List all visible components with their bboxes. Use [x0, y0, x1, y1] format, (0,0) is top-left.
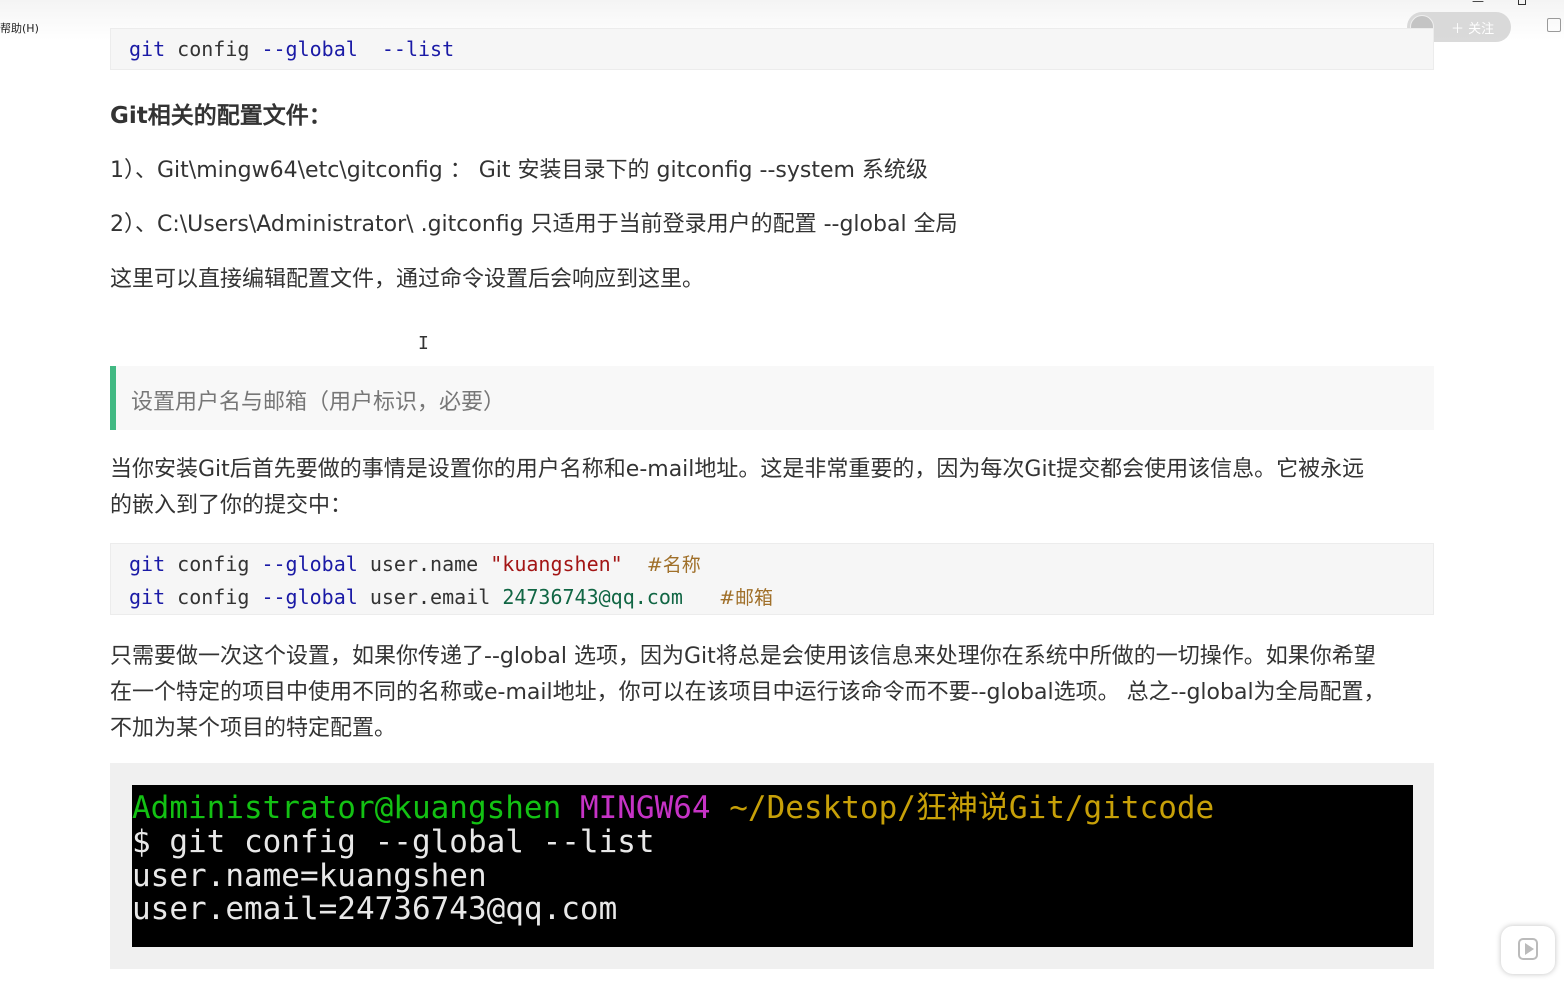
terminal-path: ~/Desktop/狂神说Git/gitcode — [729, 790, 1215, 826]
terminal-prompt-line: Administrator@kuangshen MINGW64 ~/Deskto… — [132, 792, 1214, 825]
note-line: 在一个特定的项目中使用不同的名称或e-mail地址，你可以在该项目中运行该命令而… — [110, 680, 1386, 705]
play-triangle — [1525, 943, 1534, 955]
restore-icon[interactable] — [1518, 0, 1526, 5]
code-comment: #邮箱 — [719, 587, 773, 609]
intro-paragraph: 当你安装Git后首先要做的事情是设置你的用户名称和e-mail地址。这是非常重要… — [110, 452, 1440, 524]
terminal-screenshot-frame: Administrator@kuangshen MINGW64 ~/Deskto… — [110, 763, 1434, 969]
menu-help[interactable]: 帮助(H) — [0, 20, 39, 36]
intro-line: 当你安装Git后首先要做的事情是设置你的用户名称和e-mail地址。这是非常重要… — [110, 457, 1365, 482]
code-value: 24736743@qq.com — [502, 585, 683, 609]
config-path-global: 2）、C:\Users\Administrator\ .gitconfig 只适… — [110, 212, 958, 237]
code-sub: config — [177, 585, 250, 609]
code-flag: --global — [261, 37, 358, 61]
follow-label: ＋ 关注 — [1451, 22, 1495, 37]
code-sub: config — [177, 552, 250, 576]
minimize-button[interactable]: — — [1472, 0, 1484, 8]
blockquote-text: 设置用户名与邮箱（用户标识，必要） — [131, 390, 506, 415]
code-block-user-config: git config --global user.name "kuangshen… — [110, 543, 1434, 615]
code-arg: --list — [381, 37, 455, 61]
code-cmd: git — [129, 37, 166, 61]
terminal-output: user.email=24736743@qq.com — [132, 891, 618, 927]
config-path-system: 1）、Git\mingw64\etc\gitconfig ： Git 安装目录下… — [110, 158, 928, 183]
code-key: user.name — [369, 552, 479, 576]
note-line: 不加为某个项目的特定配置。 — [110, 716, 397, 741]
terminal-command: $ git config --global --list — [132, 824, 655, 860]
terminal-screenshot: Administrator@kuangshen MINGW64 ~/Deskto… — [132, 785, 1413, 947]
section-heading: Git相关的配置文件： — [110, 103, 332, 129]
code-flag: --global — [261, 585, 358, 609]
code-block-list: git config --global --list — [110, 28, 1434, 70]
terminal-host: MINGW64 — [579, 790, 711, 826]
code-cmd: git — [129, 552, 166, 576]
note-paragraph: 只需要做一次这个设置，如果你传递了--global 选项，因为Git将总是会使用… — [110, 639, 1440, 747]
note-line: 只需要做一次这个设置，如果你传递了--global 选项，因为Git将总是会使用… — [110, 644, 1376, 669]
code-comment: #名称 — [646, 554, 701, 576]
code-key: user.email — [369, 585, 491, 609]
code-value: "kuangshen" — [490, 552, 623, 576]
code-line: git config --global user.name "kuangshen… — [129, 550, 701, 577]
code-line: git config --global user.email 24736743@… — [129, 583, 773, 610]
terminal-user: Administrator@kuangshen — [132, 790, 562, 826]
code-sub: config — [177, 37, 250, 61]
text-cursor-icon: I — [418, 333, 429, 354]
code-cmd: git — [129, 585, 166, 609]
config-note: 这里可以直接编辑配置文件，通过命令设置后会响应到这里。 — [110, 267, 705, 292]
code-flag: --global — [261, 552, 358, 576]
intro-line: 的嵌入到了你的提交中： — [110, 493, 353, 518]
terminal-output: user.name=kuangshen — [132, 858, 487, 894]
floating-player-button[interactable] — [1501, 926, 1555, 974]
chat-icon[interactable] — [1547, 18, 1561, 32]
blockquote: 设置用户名与邮箱（用户标识，必要） — [110, 366, 1434, 430]
code-line: git config --global --list — [129, 37, 454, 61]
